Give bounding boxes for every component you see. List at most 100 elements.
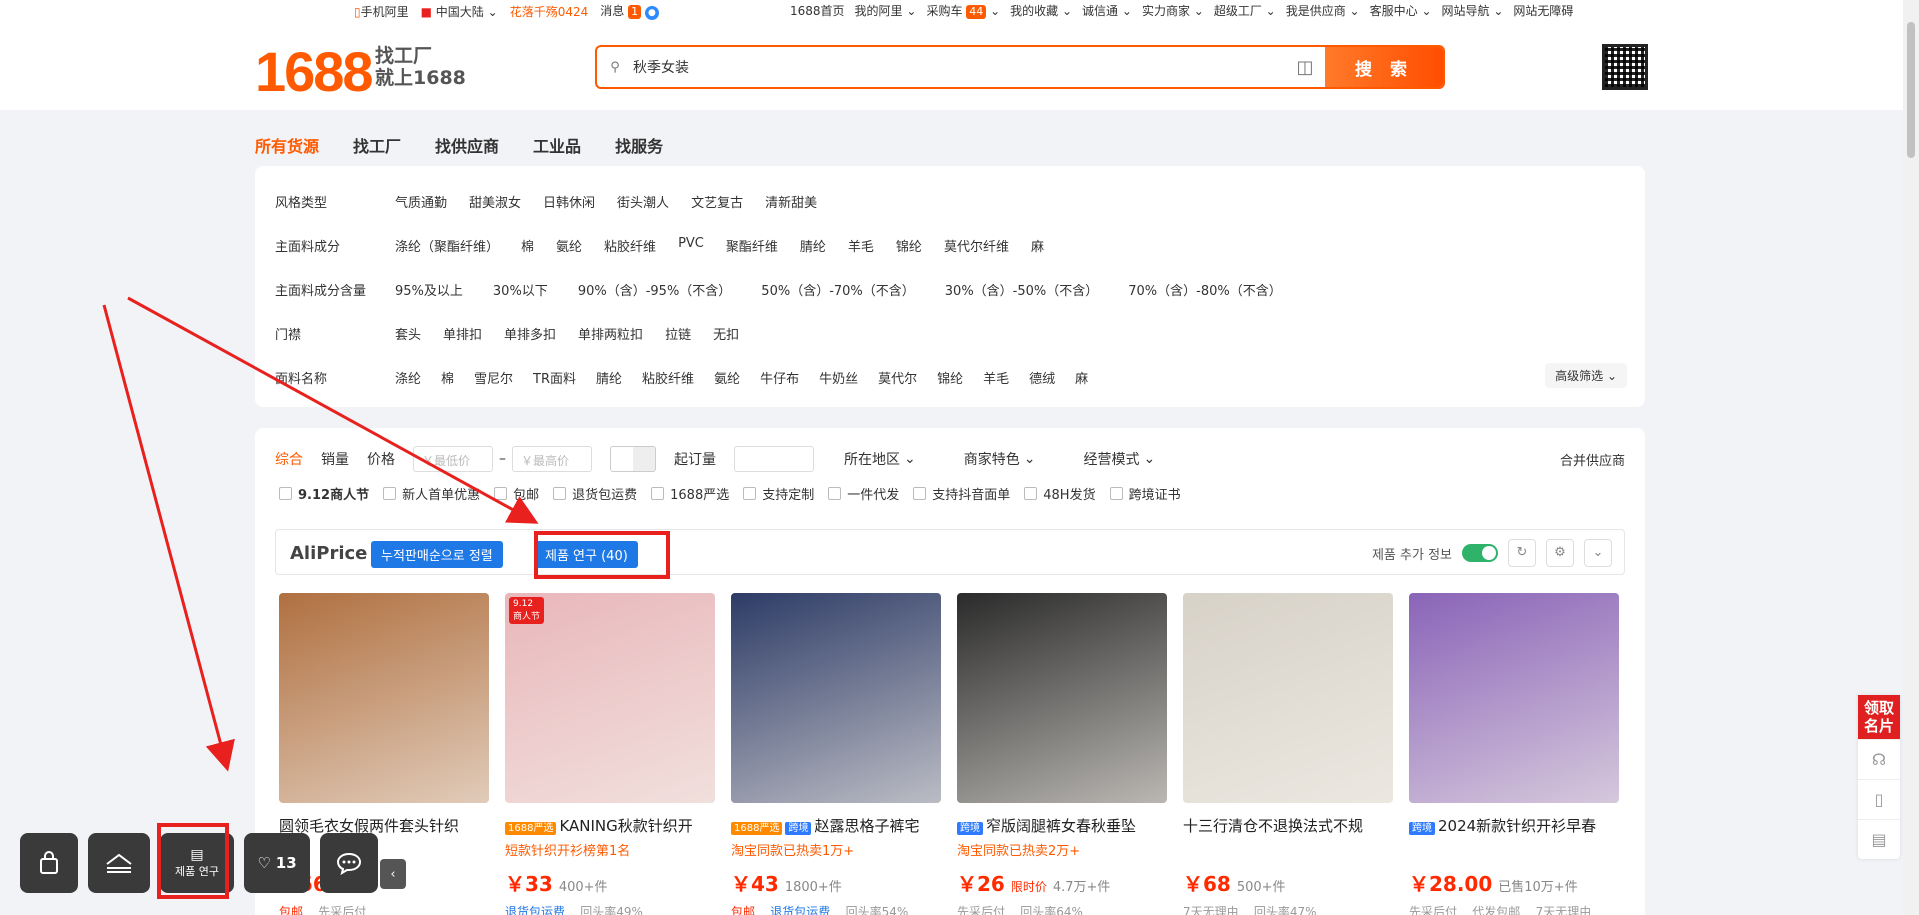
check-48h[interactable]: 48H发货 (1024, 484, 1096, 503)
filter-option[interactable]: 棉 (521, 236, 534, 255)
filter-option[interactable]: 棉 (441, 368, 454, 387)
filter-option[interactable]: 锦纶 (896, 236, 922, 255)
filter-option[interactable]: 羊毛 (848, 236, 874, 255)
filter-option[interactable]: 甜美淑女 (469, 192, 521, 211)
service-center-link[interactable]: 客服中心 ⌄ (1370, 2, 1432, 19)
filter-option[interactable]: 单排扣 (443, 324, 482, 343)
scrollbar-thumb[interactable] (1907, 22, 1915, 158)
home-link[interactable]: 1688首页 (790, 2, 845, 19)
supplier-link[interactable]: 我是供应商 ⌄ (1286, 2, 1360, 19)
filter-option[interactable]: 无扣 (713, 324, 739, 343)
shopping-bag-icon[interactable] (20, 833, 78, 893)
filter-option[interactable]: PVC (678, 236, 704, 255)
filter-option[interactable]: 30%以下 (493, 280, 548, 299)
product-title[interactable]: 跨境 2024新款针织开衫早春 (1409, 815, 1619, 836)
filter-option[interactable]: 拉链 (665, 324, 691, 343)
filter-option[interactable]: 单排两粒扣 (578, 324, 643, 343)
filter-option[interactable]: 涤纶（聚酯纤维） (395, 236, 499, 255)
filter-option[interactable]: 氨纶 (714, 368, 740, 387)
product-card[interactable]: 1688严选 跨境 赵露思格子裤宅 淘宝同款已热卖1万+ ￥43 1800+件 包邮 … (731, 593, 941, 915)
tab-all-sources[interactable]: 所有货源 (255, 133, 319, 157)
filter-option[interactable]: TR面料 (533, 368, 576, 387)
filter-option[interactable]: 街头潮人 (617, 192, 669, 211)
extra-info-toggle[interactable] (1462, 544, 1498, 562)
search-input[interactable] (633, 59, 1285, 75)
camera-icon[interactable]: ◫ (1285, 57, 1325, 78)
check-return-shipping[interactable]: 退货包运费 (553, 484, 637, 503)
chat-icon[interactable] (320, 833, 378, 893)
filter-option[interactable]: 90%（含）-95%（不含） (578, 280, 731, 299)
filter-option[interactable]: 套头 (395, 324, 421, 343)
headset-icon[interactable]: ☊ (1858, 739, 1900, 779)
tab-find-service[interactable]: 找服务 (615, 133, 663, 157)
phone-icon[interactable]: ▯ (1858, 779, 1900, 819)
accessibility-link[interactable]: 网站无障碍 (1513, 2, 1573, 19)
eject-icon[interactable] (88, 833, 150, 893)
filter-option[interactable]: 羊毛 (983, 368, 1009, 387)
filter-option[interactable]: 莫代尔纤维 (944, 236, 1009, 255)
check-dropship[interactable]: 一件代发 (828, 484, 899, 503)
max-price-input[interactable]: ￥最高价 (512, 446, 592, 472)
region-dropdown[interactable]: 所在地区 ⌄ (844, 449, 916, 469)
advanced-filter-button[interactable]: 高级筛选 ⌄ (1545, 363, 1627, 388)
user-name-link[interactable]: 花落千殇0424 (510, 3, 589, 20)
product-card[interactable]: 十三行清仓不退换法式不规 ￥68 500+件 7天无理由 回头率47% (1183, 593, 1393, 915)
feedback-icon[interactable]: ▤ (1858, 819, 1900, 859)
product-image[interactable] (1409, 593, 1619, 803)
filter-option[interactable]: 粘胶纤维 (604, 236, 656, 255)
check-crossborder[interactable]: 跨境证书 (1109, 484, 1181, 503)
tab-find-supplier[interactable]: 找供应商 (435, 133, 499, 157)
check-free-shipping[interactable]: 包邮 (494, 484, 539, 503)
power-merchant-link[interactable]: 实力商家 ⌄ (1142, 2, 1204, 19)
product-card[interactable]: 跨境 2024新款针织开衫早春 ￥28.00 已售10万+件 先采后付 代发包邮 7… (1409, 593, 1619, 915)
mobile-link[interactable]: ▯手机阿里 (354, 3, 409, 20)
messages-link[interactable]: 消息 1 ● (600, 2, 659, 20)
filter-option[interactable]: 莫代尔 (878, 368, 917, 387)
filter-option[interactable]: 50%（含）-70%（不含） (761, 280, 914, 299)
merchant-feature-dropdown[interactable]: 商家特色 ⌄ (964, 449, 1036, 469)
filter-option[interactable]: 麻 (1075, 368, 1088, 387)
settings-icon[interactable]: ⚙ (1546, 539, 1574, 567)
view-toggle[interactable] (610, 446, 656, 472)
filter-option[interactable]: 牛奶丝 (819, 368, 858, 387)
filter-option[interactable]: 单排多扣 (504, 324, 556, 343)
check-new-user[interactable]: 新人首单优惠 (383, 484, 480, 503)
refresh-icon[interactable]: ↻ (1508, 539, 1536, 567)
product-image[interactable] (957, 593, 1167, 803)
merge-suppliers-link[interactable]: 合并供应商 (1560, 450, 1625, 469)
filter-option[interactable]: 氨纶 (556, 236, 582, 255)
product-card[interactable]: 跨境 窄版阔腿裤女春秋垂坠 淘宝同款已热卖2万+ ￥26 限时价 4.7万+件 先采后… (957, 593, 1167, 915)
sort-by-sales-button[interactable]: 누적판매순으로 정렬 (371, 541, 503, 568)
product-card[interactable]: 9.12 商人节 1688严选 KANING秋款针织开 短款针织开衫榜第1名 ￥33… (505, 593, 715, 915)
get-card-button[interactable]: 领取名片 (1858, 695, 1900, 739)
check-customization[interactable]: 支持定制 (743, 484, 814, 503)
cart-link[interactable]: 采购车 44 ⌄ (926, 2, 1000, 19)
filter-option[interactable]: 清新甜美 (765, 192, 817, 211)
sort-default[interactable]: 综合 (275, 449, 303, 469)
check-douyin[interactable]: 支持抖音面单 (913, 484, 1010, 503)
product-image[interactable]: 9.12 商人节 (505, 593, 715, 803)
product-image[interactable] (279, 593, 489, 803)
moq-input[interactable] (734, 446, 814, 472)
tab-industrial[interactable]: 工业品 (533, 133, 581, 157)
super-factory-link[interactable]: 超级工厂 ⌄ (1214, 2, 1276, 19)
filter-option[interactable]: 腈纶 (596, 368, 622, 387)
filter-option[interactable]: 锦纶 (937, 368, 963, 387)
filter-option[interactable]: 腈纶 (800, 236, 826, 255)
favorites-button[interactable]: ♡ 13 (244, 833, 310, 893)
product-image[interactable] (1183, 593, 1393, 803)
check-merchant-festival[interactable]: 9.12商人节 (279, 484, 369, 503)
product-title[interactable]: 1688严选 KANING秋款针织开 (505, 815, 715, 836)
filter-option[interactable]: 德绒 (1029, 368, 1055, 387)
sort-price[interactable]: 价格 (367, 449, 395, 469)
filter-option[interactable]: 95%及以上 (395, 280, 463, 299)
search-button[interactable]: 搜 索 (1325, 47, 1443, 87)
site-nav-link[interactable]: 网站导航 ⌄ (1442, 2, 1504, 19)
sort-sales[interactable]: 销量 (321, 449, 349, 469)
product-title[interactable]: 跨境 窄版阔腿裤女春秋垂坠 (957, 815, 1167, 836)
product-image[interactable] (731, 593, 941, 803)
business-mode-dropdown[interactable]: 经营模式 ⌄ (1083, 449, 1155, 469)
trustpass-link[interactable]: 诚信通 ⌄ (1082, 2, 1132, 19)
scrollbar[interactable] (1903, 0, 1919, 915)
filter-option[interactable]: 气质通勤 (395, 192, 447, 211)
